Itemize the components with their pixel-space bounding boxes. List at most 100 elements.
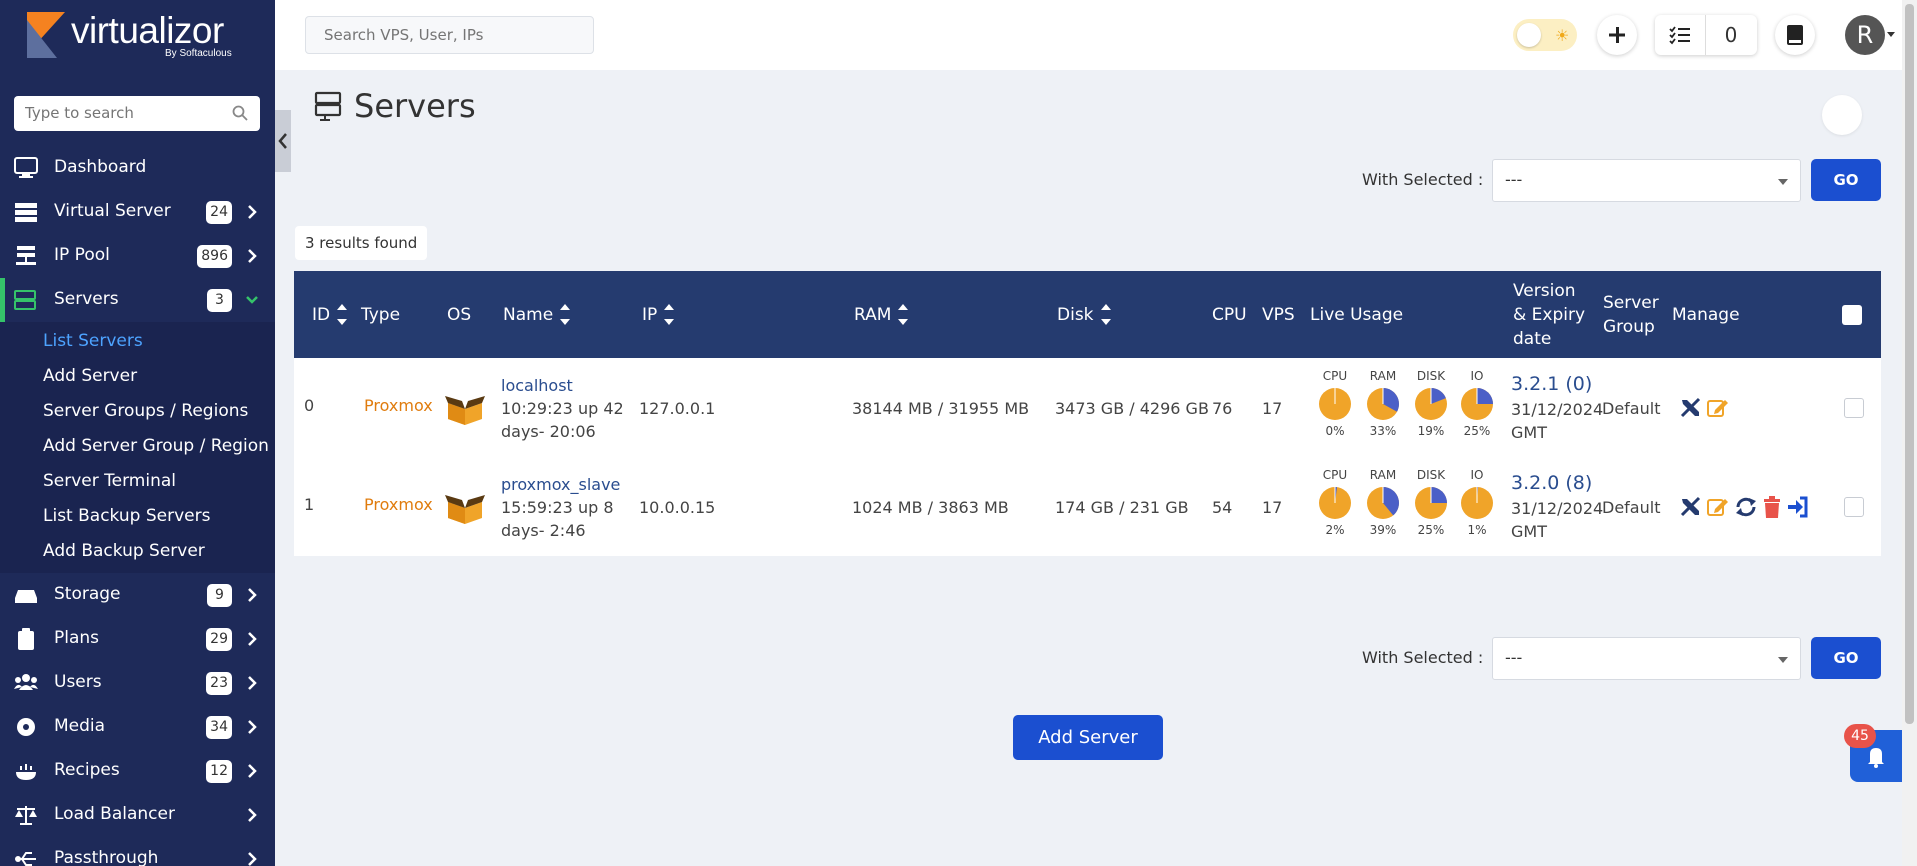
th-name[interactable]: Name (503, 271, 571, 358)
login-icon[interactable] (1786, 495, 1810, 519)
caret-down-icon[interactable] (1887, 32, 1895, 37)
sidebar-item-users[interactable]: Users 23 (0, 661, 275, 705)
row-checkbox[interactable] (1844, 398, 1864, 418)
sidebar-item-ip-pool[interactable]: IP Pool 896 (0, 234, 275, 278)
wrench-icon[interactable] (1679, 495, 1703, 519)
passthrough-icon (15, 852, 36, 866)
count-badge: 24 (206, 201, 232, 224)
sidebar-item-load-balancer[interactable]: Load Balancer (0, 793, 275, 837)
avatar[interactable]: R (1845, 15, 1885, 55)
submenu-server-terminal[interactable]: Server Terminal (0, 464, 275, 499)
usage-value: 0% (1325, 424, 1345, 438)
submenu-add-server[interactable]: Add Server (0, 359, 275, 394)
cell-id: 1 (304, 495, 315, 514)
sun-icon: ☀ (1555, 26, 1570, 45)
th-disk[interactable]: Disk (1057, 271, 1112, 358)
ram-pie-chart (1367, 388, 1399, 420)
cpu-pie-chart (1319, 388, 1351, 420)
top-bar: ☀ 0 R (275, 0, 1917, 70)
submenu-add-backup-server[interactable]: Add Backup Server (0, 534, 275, 569)
sidebar-item-virtual-server[interactable]: Virtual Server 24 (0, 190, 275, 234)
theme-toggle[interactable]: ☀ (1513, 19, 1577, 51)
row-checkbox[interactable] (1844, 497, 1864, 517)
tasks-button[interactable]: 0 (1655, 15, 1757, 55)
go-button-bottom[interactable]: GO (1811, 637, 1881, 679)
cell-version[interactable]: 3.2.0 (8) (1511, 472, 1592, 494)
count-badge: 12 (206, 760, 232, 783)
usage-value: 2% (1325, 523, 1345, 537)
disc-icon (17, 718, 35, 736)
th-ip[interactable]: IP (642, 271, 675, 358)
add-server-button[interactable]: Add Server (1013, 715, 1163, 760)
caret-down-icon (1778, 657, 1788, 663)
trash-icon[interactable] (1760, 495, 1784, 519)
usage-value: 33% (1369, 424, 1397, 438)
recipe-icon (16, 764, 36, 780)
select-all-checkbox[interactable] (1842, 305, 1862, 325)
th-live-usage: Live Usage (1310, 271, 1403, 358)
wrench-icon[interactable] (1679, 396, 1703, 420)
th-ram[interactable]: RAM (854, 271, 909, 358)
search-icon[interactable] (232, 105, 248, 121)
chevron-right-icon (248, 720, 257, 734)
pie-slice-used (1431, 487, 1447, 503)
cell-name[interactable]: proxmox_slave (501, 475, 620, 494)
edit-icon[interactable] (1706, 396, 1730, 420)
sidebar-item-plans[interactable]: Plans 29 (0, 617, 275, 661)
sidebar-item-storage[interactable]: Storage 9 (0, 573, 275, 617)
sidebar-item-dashboard[interactable]: Dashboard (0, 146, 275, 190)
logo-subtext: By Softaculous (165, 48, 232, 59)
th-id[interactable]: ID (312, 271, 348, 358)
page-scrollbar[interactable] (1902, 0, 1917, 866)
sidebar-item-media[interactable]: Media 34 (0, 705, 275, 749)
cell-uptime: 15:59:23 up 8 (501, 498, 614, 517)
refresh-icon[interactable] (1734, 495, 1758, 519)
sidebar-item-recipes[interactable]: Recipes 12 (0, 749, 275, 793)
submenu-server-groups[interactable]: Server Groups / Regions (0, 394, 275, 429)
bulk-action-select-bottom[interactable]: --- (1492, 637, 1801, 680)
sidebar-collapse-toggle[interactable] (275, 110, 291, 172)
cell-vps: 17 (1262, 498, 1283, 517)
sidebar-item-servers[interactable]: Servers 3 (0, 278, 275, 322)
edit-icon[interactable] (1706, 495, 1730, 519)
servers-icon (14, 290, 36, 310)
bulk-action-select-top[interactable]: --- (1492, 159, 1801, 202)
usage-ram: RAM 39% (1363, 468, 1403, 537)
sidebar-search-input[interactable] (14, 96, 214, 129)
search-toggle-button[interactable] (1822, 95, 1862, 135)
cell-ram: 38144 MB / 31955 MB (852, 399, 1030, 418)
server-stack-icon (15, 203, 37, 222)
virtualizor-logo[interactable]: virtualizor By Softaculous (25, 10, 255, 62)
docs-button[interactable] (1775, 15, 1815, 55)
th-cpu: CPU (1212, 271, 1247, 358)
count-badge: 29 (206, 628, 232, 651)
add-button[interactable] (1597, 15, 1637, 55)
th-label: CPU (1212, 304, 1247, 325)
cell-version[interactable]: 3.2.1 (0) (1511, 373, 1592, 395)
count-badge: 34 (206, 716, 232, 739)
disk-pie-chart (1415, 388, 1447, 420)
cell-type[interactable]: Proxmox (364, 396, 433, 415)
submenu-add-server-group[interactable]: Add Server Group / Region (0, 429, 275, 464)
sidebar-item-passthrough[interactable]: Passthrough (0, 837, 275, 866)
global-search-input[interactable] (306, 17, 593, 53)
submenu-list-servers[interactable]: List Servers (0, 324, 275, 359)
usage-disk: DISK 19% (1411, 369, 1451, 438)
cell-type[interactable]: Proxmox (364, 495, 433, 514)
go-button-top[interactable]: GO (1811, 159, 1881, 201)
th-label: Disk (1057, 304, 1094, 325)
sort-icon (1100, 302, 1112, 328)
storage-icon (15, 590, 37, 603)
chevron-right-icon (248, 632, 257, 646)
th-version-expiry: Version & Expiry date (1513, 271, 1585, 358)
cell-name[interactable]: localhost (501, 376, 573, 395)
cell-vps: 17 (1262, 399, 1283, 418)
sort-icon (336, 302, 348, 328)
notification-count-badge: 45 (1844, 724, 1876, 748)
submenu-list-backup-servers[interactable]: List Backup Servers (0, 499, 275, 534)
th-label: Type (361, 304, 401, 325)
usage-label: RAM (1369, 468, 1397, 482)
cell-cpu: 76 (1212, 399, 1233, 418)
th-label: OS (447, 304, 472, 325)
scrollbar-thumb[interactable] (1905, 4, 1914, 724)
